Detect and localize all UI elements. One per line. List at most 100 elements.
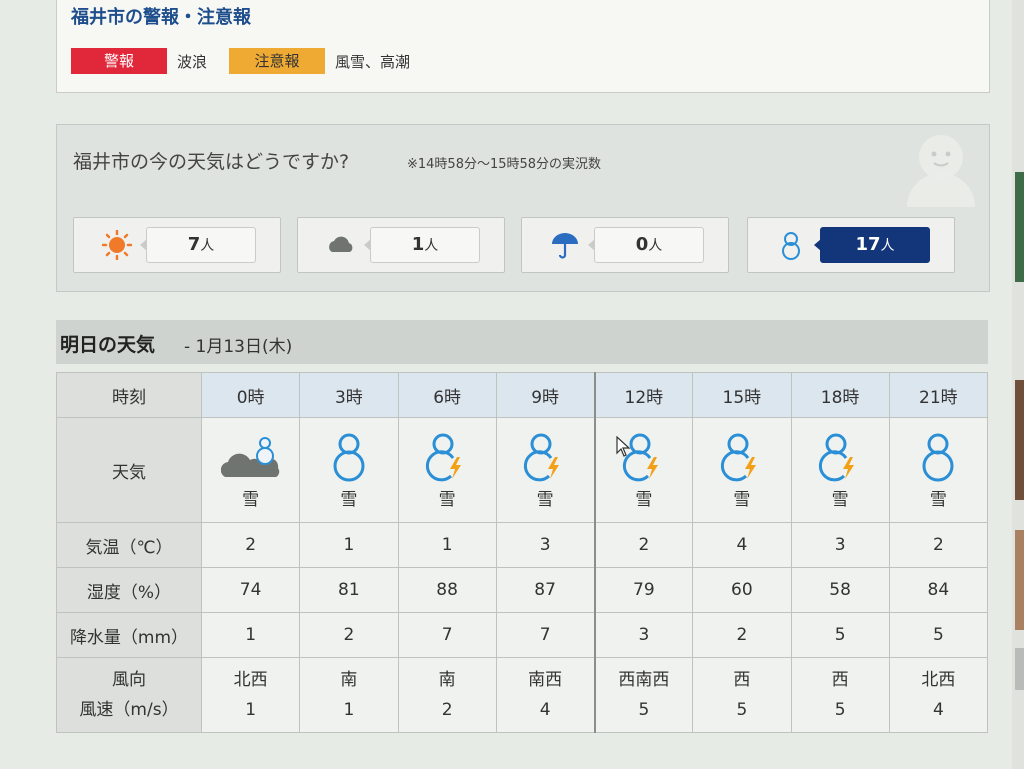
vote-cloudy-count: 1人 bbox=[364, 227, 480, 263]
side-thumbnail[interactable] bbox=[1015, 648, 1024, 690]
mouse-cursor-icon bbox=[616, 436, 631, 457]
tomorrow-header: 明日の天気 - 1月13日(木) bbox=[56, 320, 988, 364]
side-thumbnail[interactable] bbox=[1015, 380, 1024, 500]
snowman-thunder-icon bbox=[720, 433, 756, 481]
wind-cell: 西5 bbox=[790, 657, 890, 733]
weather-text: 雪 bbox=[831, 489, 849, 510]
wind-direction: 西南西 bbox=[618, 670, 670, 690]
time-cell: 18時 bbox=[790, 372, 890, 418]
weather-cell: 雪 bbox=[299, 417, 399, 523]
advisory-items: 風雪、高潮 bbox=[335, 52, 411, 71]
vote-snow-count: 17人 bbox=[814, 227, 930, 263]
cloud-icon bbox=[329, 236, 353, 252]
humidity-row: 湿度（%） 74 81 88 87 79 60 58 84 bbox=[56, 567, 989, 613]
precipitation-cell: 7 bbox=[495, 612, 596, 658]
time-row: 時刻 0時 3時 6時 9時 12時 15時 18時 21時 bbox=[56, 372, 989, 418]
time-cell: 0時 bbox=[200, 372, 301, 418]
wind-speed: 5 bbox=[638, 700, 650, 720]
advisory-badge: 注意報 bbox=[229, 48, 326, 74]
wind-direction: 南 bbox=[438, 670, 456, 690]
wind-direction: 南 bbox=[340, 670, 358, 690]
wind-direction: 西 bbox=[831, 670, 849, 690]
weather-label: 天気 bbox=[56, 417, 202, 523]
weather-cell: 雪 bbox=[790, 417, 890, 523]
snowman-decoration-icon bbox=[907, 135, 975, 207]
weather-page: 福井市の警報・注意報 警報 波浪 注意報 風雪、高潮 福井市の今の天気はどうです… bbox=[0, 0, 1024, 769]
wind-speed: 1 bbox=[245, 700, 257, 720]
sun-icon bbox=[102, 230, 132, 260]
humidity-cell: 74 bbox=[200, 567, 301, 613]
temperature-cell: 4 bbox=[692, 522, 792, 568]
precipitation-cell: 5 bbox=[888, 612, 989, 658]
wind-label: 風向 風速（m/s） bbox=[56, 657, 202, 733]
precipitation-cell: 1 bbox=[200, 612, 301, 658]
vote-sunny-count: 7人 bbox=[140, 227, 256, 263]
humidity-cell: 88 bbox=[397, 567, 497, 613]
humidity-cell: 79 bbox=[593, 567, 694, 613]
time-label: 時刻 bbox=[56, 372, 202, 418]
temperature-cell: 3 bbox=[790, 522, 890, 568]
warnings-panel: 福井市の警報・注意報 警報 波浪 注意報 風雪、高潮 bbox=[56, 0, 990, 93]
weather-text: 雪 bbox=[929, 489, 947, 510]
vote-sunny[interactable]: 7人 bbox=[73, 217, 281, 273]
temperature-cell: 2 bbox=[593, 522, 694, 568]
precipitation-row: 降水量（mm） 1 2 7 7 3 2 5 5 bbox=[56, 612, 989, 658]
snowman-thunder-icon bbox=[524, 433, 560, 481]
snowman-thunder-icon bbox=[819, 433, 855, 481]
current-weather-question: 福井市の今の天気はどうですか? bbox=[73, 151, 350, 173]
side-thumbnail[interactable] bbox=[1015, 530, 1024, 630]
wind-direction-label: 風向 bbox=[112, 670, 146, 690]
weather-text: 雪 bbox=[536, 489, 554, 510]
temperature-cell: 2 bbox=[200, 522, 301, 568]
side-thumbnail[interactable] bbox=[1015, 172, 1024, 282]
precipitation-cell: 2 bbox=[692, 612, 792, 658]
humidity-label: 湿度（%） bbox=[56, 567, 202, 613]
hourly-forecast-table: 時刻 0時 3時 6時 9時 12時 15時 18時 21時 天気 雪 雪 雪 … bbox=[56, 372, 989, 733]
precipitation-cell: 2 bbox=[299, 612, 399, 658]
time-cell: 15時 bbox=[692, 372, 792, 418]
wind-speed: 1 bbox=[343, 700, 355, 720]
vote-rain[interactable]: 0人 bbox=[521, 217, 729, 273]
humidity-cell: 60 bbox=[692, 567, 792, 613]
cloud-snowman-icon bbox=[220, 436, 279, 477]
warning-badge: 警報 bbox=[71, 48, 167, 74]
time-cell: 12時 bbox=[593, 372, 694, 418]
warnings-title[interactable]: 福井市の警報・注意報 bbox=[71, 3, 251, 29]
wind-direction: 北西 bbox=[233, 670, 268, 690]
wind-cell: 南2 bbox=[397, 657, 497, 733]
warning-items: 波浪 bbox=[177, 52, 208, 71]
wind-direction: 西 bbox=[733, 670, 751, 690]
vote-cloudy[interactable]: 1人 bbox=[297, 217, 505, 273]
time-cell: 21時 bbox=[888, 372, 989, 418]
weather-cell: 雪 bbox=[888, 417, 989, 523]
humidity-cell: 58 bbox=[790, 567, 890, 613]
weather-text: 雪 bbox=[438, 489, 456, 510]
weather-cell: 雪 bbox=[692, 417, 792, 523]
umbrella-icon bbox=[552, 233, 578, 259]
wind-cell: 北西 1 bbox=[200, 657, 301, 733]
temperature-row: 気温（℃） 2 1 1 3 2 4 3 2 bbox=[56, 522, 989, 568]
time-cell: 3時 bbox=[299, 372, 399, 418]
snowman-thunder-icon bbox=[426, 433, 462, 481]
vote-rain-count: 0人 bbox=[588, 227, 704, 263]
report-period-note: ※14時58分〜15時58分の実況数 bbox=[407, 157, 602, 172]
wind-direction: 北西 bbox=[921, 670, 956, 690]
weather-cell: 雪 bbox=[593, 417, 694, 523]
wind-row: 風向 風速（m/s） 北西 1 南1 南2 南西 4 西南西 5 西5 西5 北西 4 bbox=[56, 657, 989, 733]
humidity-cell: 84 bbox=[888, 567, 989, 613]
wind-cell: 西南西 5 bbox=[593, 657, 694, 733]
weather-text: 雪 bbox=[340, 489, 358, 510]
snowman-icon bbox=[782, 232, 800, 260]
wind-speed: 5 bbox=[736, 700, 748, 720]
temperature-label: 気温（℃） bbox=[56, 522, 202, 568]
weather-row: 天気 雪 雪 雪 雪 雪 雪 雪 雪 bbox=[56, 417, 989, 523]
weather-text: 雪 bbox=[733, 489, 751, 510]
wind-cell: 北西 4 bbox=[888, 657, 989, 733]
snowman-icon bbox=[922, 433, 954, 481]
wind-cell: 南西 4 bbox=[495, 657, 596, 733]
weather-cell: 雪 bbox=[397, 417, 497, 523]
vote-snow[interactable]: 17人 bbox=[747, 217, 955, 273]
time-cell: 9時 bbox=[495, 372, 596, 418]
temperature-cell: 1 bbox=[299, 522, 399, 568]
weather-text: 雪 bbox=[242, 489, 260, 510]
